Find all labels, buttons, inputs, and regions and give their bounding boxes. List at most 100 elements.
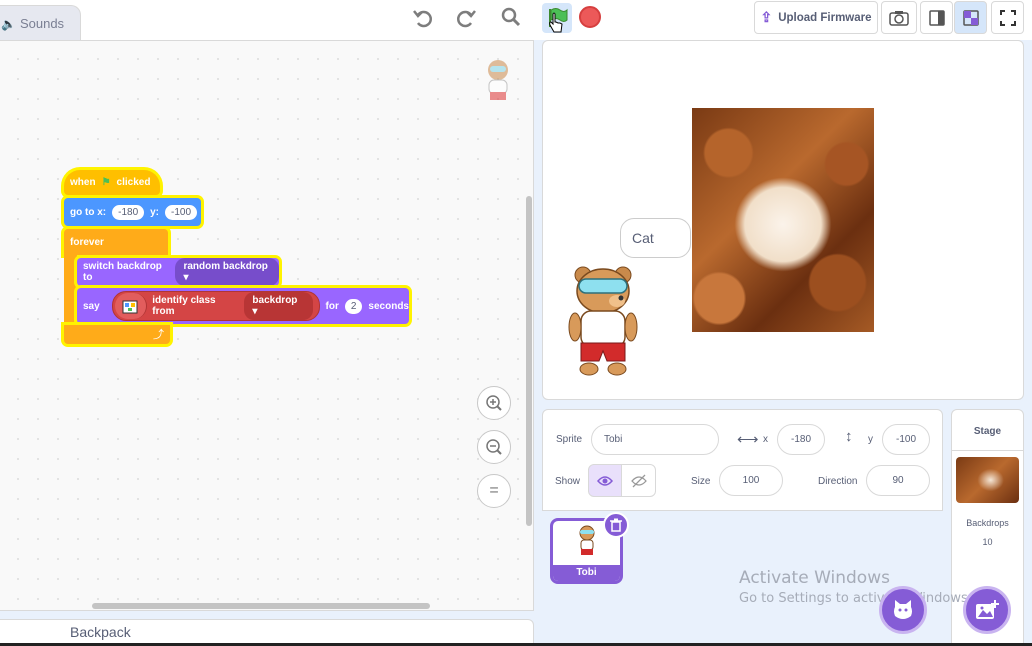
tobi-sprite[interactable]	[565, 263, 645, 377]
zoom-reset-button[interactable]: =	[477, 474, 511, 508]
goto-label: go to x:	[70, 206, 107, 218]
loop-arrow-icon: ⤴	[153, 329, 164, 341]
fullscreen-icon	[999, 9, 1016, 26]
flag-icon: ⚑	[101, 177, 111, 188]
show-label: Show	[555, 476, 581, 487]
zoom-reset-label: =	[489, 482, 499, 499]
show-visible-button[interactable]	[588, 464, 622, 497]
horizontal-arrows-icon: ⟷	[737, 431, 759, 448]
forever-arm	[64, 255, 77, 325]
choose-backdrop-button[interactable]	[963, 586, 1011, 634]
add-backdrop-icon	[976, 600, 999, 619]
direction-label: Direction	[818, 476, 858, 487]
show-hidden-button[interactable]	[621, 464, 656, 497]
hat-clicked-label: clicked	[116, 177, 151, 188]
sprite-label: Sprite	[556, 434, 583, 445]
y-position-input[interactable]: -100	[882, 424, 930, 455]
activate-windows-watermark: Activate Windows Go to Settings to activ…	[739, 568, 972, 606]
forever-label: forever	[70, 236, 104, 248]
speaker-icon: 🔈	[1, 16, 16, 31]
zoom-out-icon	[486, 439, 502, 455]
identify-class-label: identify class from	[152, 295, 216, 317]
tab-sounds-label: Sounds	[19, 16, 65, 31]
say-for-seconds-block[interactable]: say identify class from backdrop ▾ for 2…	[77, 288, 409, 324]
when-flag-clicked-block[interactable]: when ⚑ clicked	[64, 170, 160, 195]
y-position-value: -100	[895, 434, 916, 445]
say-for-label: for	[325, 300, 339, 312]
backdrop-dropdown-value: random backdrop	[183, 261, 268, 272]
goto-y-input[interactable]: -100	[165, 204, 198, 220]
speech-text: Cat	[632, 230, 654, 246]
direction-input[interactable]: 90	[866, 465, 930, 496]
large-stage-button[interactable]	[954, 1, 987, 34]
delete-sprite-button[interactable]	[603, 512, 629, 538]
ml-model-icon	[114, 293, 148, 319]
tab-sounds[interactable]: 🔈 Sounds	[0, 5, 81, 41]
stage-divider	[952, 450, 1023, 451]
small-stage-button[interactable]	[920, 1, 953, 34]
size-label: Size	[691, 476, 711, 487]
horizontal-scrollbar[interactable]	[92, 603, 430, 609]
backdrops-count: 10	[982, 537, 993, 547]
eye-slash-icon	[630, 474, 647, 487]
goto-y-label: y:	[150, 206, 160, 218]
goto-x-input[interactable]: -180	[112, 204, 145, 220]
backpack-header[interactable]: Backpack	[0, 619, 534, 646]
switch-backdrop-block[interactable]: switch backdrop to random backdrop ▾	[77, 258, 279, 286]
stage-canvas[interactable]: Cat	[542, 40, 1024, 400]
stop-button[interactable]	[579, 6, 601, 28]
image-source-dropdown[interactable]: backdrop ▾	[244, 292, 313, 320]
vertical-arrows-icon: ↕	[845, 428, 853, 445]
small-stage-icon	[928, 9, 945, 26]
hand-cursor-icon	[548, 12, 564, 37]
backdrop-dropdown[interactable]: random backdrop ▾	[175, 258, 279, 286]
seconds-input[interactable]: 2	[344, 298, 363, 314]
stage-title: Stage	[973, 426, 1002, 437]
zoom-in-button[interactable]	[477, 386, 511, 420]
switch-backdrop-label: switch backdrop to	[83, 261, 162, 283]
y-label: y	[868, 434, 873, 445]
identify-class-reporter[interactable]: identify class from backdrop ▾	[111, 291, 320, 321]
camera-icon	[889, 10, 909, 26]
watermark-subtitle: Go to Settings to activate Windows.	[739, 591, 972, 606]
undo-icon[interactable]	[412, 7, 434, 33]
forever-block[interactable]: forever	[64, 229, 168, 255]
eye-icon	[597, 475, 613, 486]
hat-when-label: when	[70, 177, 96, 188]
x-position-input[interactable]: -180	[777, 424, 825, 455]
image-source-value: backdrop	[252, 295, 298, 306]
direction-value: 90	[892, 475, 904, 486]
say-label: say	[83, 300, 100, 312]
search-icon[interactable]	[501, 7, 521, 30]
large-stage-icon	[962, 9, 979, 26]
sprite-cat-icon	[894, 600, 912, 619]
zoom-out-button[interactable]	[477, 430, 511, 464]
size-input[interactable]: 100	[719, 465, 783, 496]
backpack-label: Backpack	[70, 624, 131, 640]
go-to-xy-block[interactable]: go to x: -180 y: -100	[64, 198, 201, 226]
sprite-tile-label: Tobi	[553, 565, 620, 581]
x-position-value: -180	[790, 434, 811, 445]
sprite-name-input[interactable]: Tobi	[591, 424, 719, 455]
upload-firmware-button[interactable]: ⇪ Upload Firmware	[754, 1, 878, 34]
sprite-ghost-icon	[480, 58, 516, 111]
choose-sprite-button[interactable]	[879, 586, 927, 634]
zoom-in-icon	[486, 395, 502, 411]
backdrop-image	[692, 108, 874, 332]
fullscreen-button[interactable]	[991, 1, 1024, 34]
vertical-scrollbar[interactable]	[526, 196, 532, 526]
upload-icon: ⇪	[760, 9, 773, 25]
size-value: 100	[742, 475, 760, 486]
sprite-name-value: Tobi	[604, 434, 623, 445]
watermark-title: Activate Windows	[739, 568, 890, 588]
trash-icon	[610, 518, 622, 532]
backdrops-label: Backdrops	[966, 518, 1009, 528]
redo-icon[interactable]	[455, 7, 477, 33]
upload-firmware-label: Upload Firmware	[778, 11, 872, 24]
seconds-label: seconds	[368, 300, 409, 312]
speech-bubble: Cat	[620, 218, 691, 258]
x-label: x	[763, 434, 768, 445]
tobi-thumbnail	[579, 525, 595, 555]
camera-button[interactable]	[881, 1, 917, 34]
stage-thumbnail	[956, 457, 1019, 503]
